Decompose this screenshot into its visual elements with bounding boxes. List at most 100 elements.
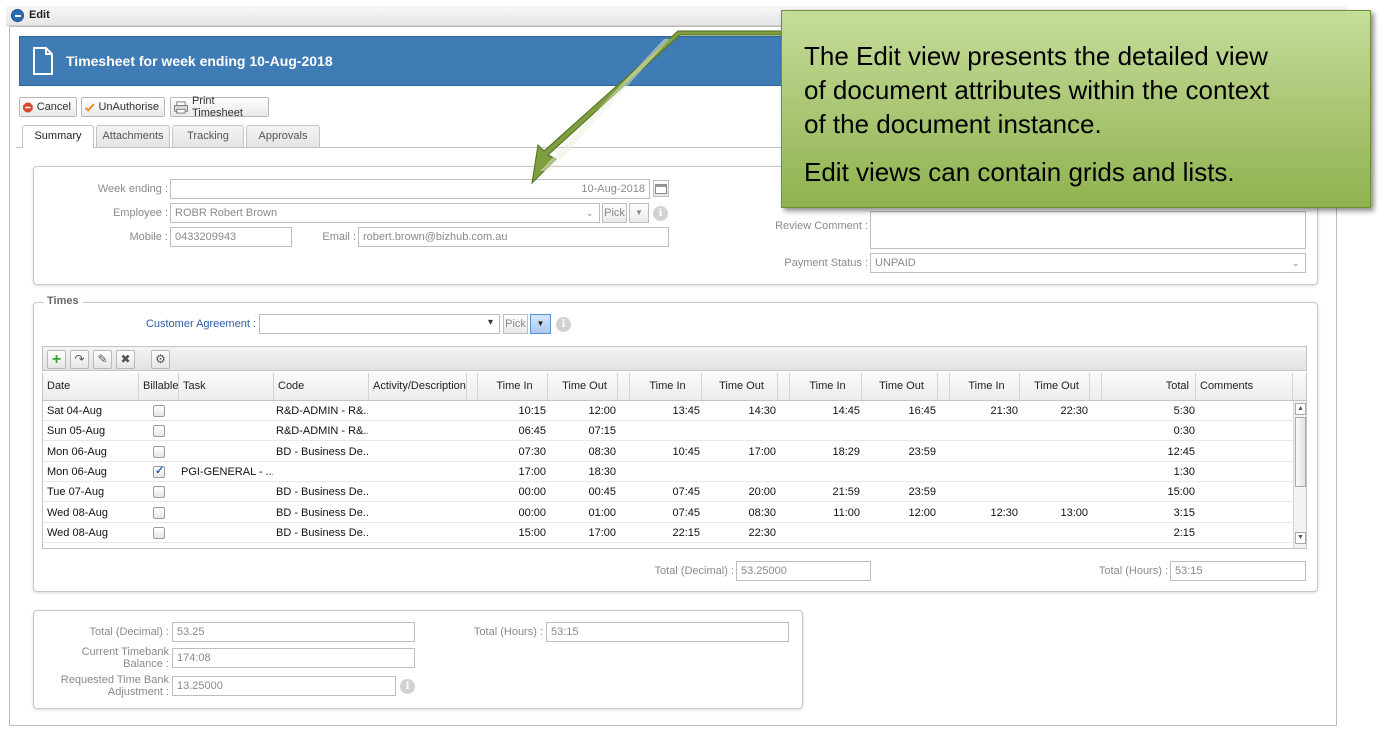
table-row[interactable]: Mon 06-Aug PGI-GENERAL - ... 17:00 18:30 1:3… (43, 462, 1293, 482)
scroll-down-icon[interactable]: ▼ (1295, 532, 1306, 544)
grid-vertical-scrollbar[interactable]: ▲ ▼ (1293, 401, 1306, 548)
billable-checkbox[interactable] (153, 486, 165, 499)
cell-date: Wed 08-Aug (47, 526, 108, 539)
settings-icon[interactable]: ⚙ (151, 350, 170, 369)
col-header-total[interactable]: Total (1102, 373, 1196, 400)
table-row[interactable]: Sat 04-Aug R&D-ADMIN - R&... 10:15 12:00 13:… (43, 401, 1293, 421)
email-label: Email : (322, 231, 356, 243)
cell-total: 1:30 (1173, 465, 1195, 478)
cell-time-in: 00:00 (518, 506, 546, 519)
scroll-thumb[interactable] (1295, 417, 1306, 487)
cell-activity (371, 421, 465, 441)
review-comment-field[interactable] (870, 211, 1306, 249)
total-decimal-field: 53.25 (172, 622, 415, 642)
cell-time-out: 17:00 (748, 445, 776, 458)
table-row[interactable]: Wed 08-Aug BD - Business De... 00:00 01:00 0… (43, 503, 1293, 523)
page-title: Timesheet for week ending 10-Aug-2018 (66, 53, 333, 69)
col-header-comments[interactable]: Comments (1196, 373, 1293, 400)
billable-checkbox[interactable] (153, 405, 165, 417)
col-header-time-out-2[interactable]: Time Out (702, 373, 778, 400)
cell-date: Sun 05-Aug (47, 425, 106, 438)
billable-checkbox[interactable] (153, 526, 165, 539)
cell-time-out: 17:00 (588, 526, 616, 539)
cell-activity (371, 482, 465, 502)
grid-toolbar: + ↷ ✎ ✖ ⚙ (42, 346, 1307, 371)
billable-checkbox[interactable] (153, 464, 165, 478)
table-row[interactable]: Wed 08-Aug BD - Business De... 15:00 17:00 2… (43, 523, 1293, 543)
tab-summary[interactable]: Summary (22, 125, 94, 148)
col-header-time-out-4[interactable]: Time Out (1020, 373, 1090, 400)
callout-line-3: of the document instance. (804, 109, 1102, 139)
col-header-task[interactable]: Task (179, 373, 274, 400)
employee-select[interactable]: ROBR Robert Brown (170, 203, 600, 223)
cell-date: Sat 04-Aug (47, 405, 103, 417)
cell-time-out: 14:30 (748, 405, 776, 417)
cell-task (181, 523, 273, 543)
col-header-time-out-1[interactable]: Time Out (548, 373, 618, 400)
cell-time-in: 18:29 (832, 445, 860, 458)
billable-checkbox[interactable] (153, 445, 165, 458)
cell-total: 5:30 (1173, 405, 1195, 417)
callout-arrow (531, 30, 783, 185)
tab-approvals[interactable]: Approvals (246, 125, 320, 147)
customer-agreement-select[interactable] (259, 314, 500, 334)
cell-time-in (950, 462, 1018, 482)
timebank-balance-label-line1: Current Timebank (81, 646, 169, 658)
cancel-button[interactable]: Cancel (19, 97, 77, 117)
cell-total: 0:30 (1173, 425, 1195, 438)
customer-agreement-dropdown-button[interactable]: ▼ (530, 314, 551, 334)
cell-total: 15:00 (1167, 486, 1195, 499)
col-header-code[interactable]: Code (274, 373, 369, 400)
col-header-time-in-4[interactable]: Time In (950, 373, 1020, 400)
email-field[interactable]: robert.brown@bizhub.com.au (358, 227, 669, 247)
tab-tracking[interactable]: Tracking (172, 125, 244, 147)
cell-date: Mon 06-Aug (47, 465, 107, 478)
employee-dropdown-button[interactable]: ▼ (629, 203, 649, 223)
col-header-date[interactable]: Date (43, 373, 139, 400)
cell-date: Mon 06-Aug (47, 445, 107, 458)
cell-time-out (862, 421, 936, 441)
edit-pencil-icon[interactable]: ✎ (93, 350, 112, 369)
add-icon[interactable]: + (47, 350, 66, 369)
cell-time-out: 12:00 (908, 506, 936, 519)
cell-time-in: 11:00 (833, 506, 860, 519)
delete-icon[interactable]: ✖ (116, 350, 135, 369)
col-header-time-out-3[interactable]: Time Out (862, 373, 938, 400)
cell-comments (1200, 503, 1290, 523)
cell-time-out: 08:30 (588, 445, 616, 458)
cell-time-in: 21:59 (832, 486, 860, 499)
payment-status-select[interactable]: UNPAID (870, 253, 1306, 273)
cell-time-in: 12:30 (990, 506, 1018, 519)
scroll-up-icon[interactable]: ▲ (1295, 403, 1306, 415)
timebank-adjustment-label-line1: Requested Time Bank (60, 674, 169, 686)
col-header-time-in-3[interactable]: Time In (790, 373, 862, 400)
cell-time-out (1020, 462, 1088, 482)
col-header-activity[interactable]: Activity/Description (369, 373, 467, 400)
col-header-time-in-2[interactable]: Time In (630, 373, 702, 400)
billable-checkbox[interactable] (153, 425, 165, 438)
cell-time-out (702, 462, 776, 482)
redo-icon[interactable]: ↷ (70, 350, 89, 369)
table-row[interactable]: Sun 05-Aug R&D-ADMIN - R&... 06:45 07:15 0:3… (43, 421, 1293, 442)
timebank-adjustment-field[interactable]: 13.25000 (172, 676, 396, 696)
table-row[interactable]: Mon 06-Aug BD - Business De... 07:30 08:30 1… (43, 442, 1293, 462)
cell-time-out: 13:00 (1060, 506, 1088, 519)
cell-task (181, 503, 273, 523)
cell-time-in: 10:45 (672, 445, 700, 458)
cell-time-out (702, 421, 776, 441)
mobile-field[interactable]: 0433209943 (170, 227, 292, 247)
employee-pick-button[interactable]: Pick (602, 203, 627, 223)
chevron-down-icon: ⌄ (1292, 258, 1300, 268)
cell-activity (371, 523, 465, 543)
printer-icon (174, 100, 188, 114)
tab-attachments[interactable]: Attachments (96, 125, 170, 147)
billable-checkbox[interactable] (153, 506, 165, 519)
table-row[interactable]: Tue 07-Aug BD - Business De... 00:00 00:45 0… (43, 482, 1293, 503)
col-header-billable[interactable]: Billable (139, 373, 179, 400)
customer-agreement-pick-button[interactable]: Pick (503, 314, 528, 334)
col-header-time-in-1[interactable]: Time In (478, 373, 548, 400)
grid-total-hours-field: 53:15 (1170, 561, 1306, 581)
unauthorise-button[interactable]: UnAuthorise (81, 97, 165, 117)
print-timesheet-button[interactable]: Print Timesheet (170, 95, 269, 119)
cell-task (181, 401, 273, 421)
